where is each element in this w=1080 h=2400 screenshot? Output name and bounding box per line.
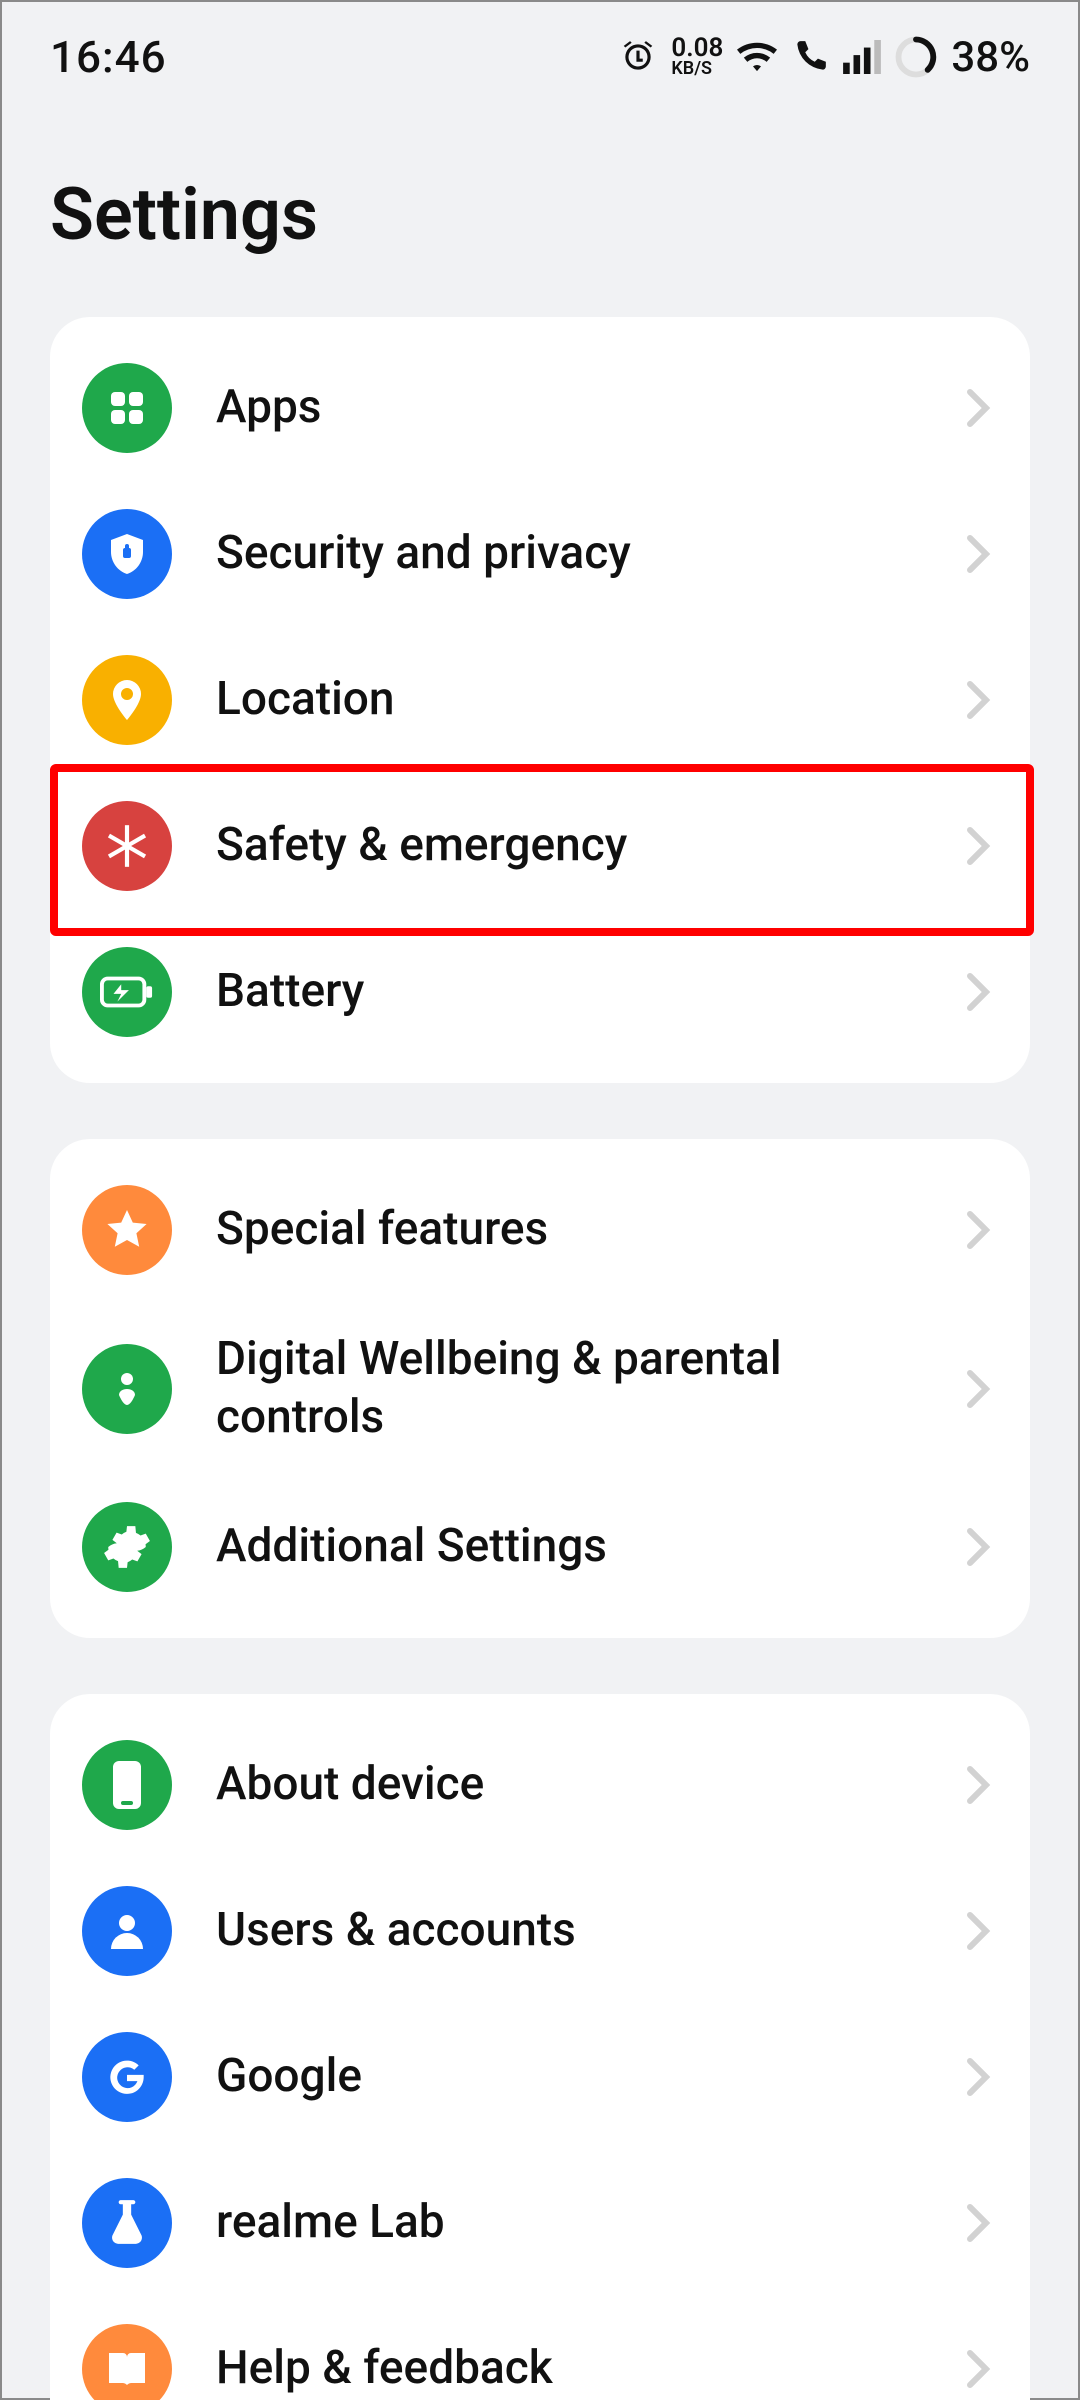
status-time: 16:46 xyxy=(50,31,167,83)
row-label: Digital Wellbeing & parental controls xyxy=(216,1331,958,1446)
row-label: Battery xyxy=(216,963,958,1021)
chevron-right-icon xyxy=(958,2349,998,2389)
wifi-icon xyxy=(737,40,777,74)
settings-row-realme-lab[interactable]: realme Lab xyxy=(50,2150,1030,2296)
row-label: Additional Settings xyxy=(216,1518,958,1576)
settings-row-location[interactable]: Location xyxy=(50,627,1030,773)
settings-row-additional-settings[interactable]: Additional Settings xyxy=(50,1474,1030,1620)
settings-row-security[interactable]: Security and privacy xyxy=(50,481,1030,627)
chevron-right-icon xyxy=(958,534,998,574)
page-title: Settings xyxy=(2,112,1078,317)
chevron-right-icon xyxy=(958,1369,998,1409)
book-icon xyxy=(82,2324,172,2400)
chevron-right-icon xyxy=(958,1210,998,1250)
battery-icon xyxy=(82,947,172,1037)
settings-card: Special features Digital Wellbeing & par… xyxy=(50,1139,1030,1638)
location-pin-icon xyxy=(82,655,172,745)
settings-row-apps[interactable]: Apps xyxy=(50,335,1030,481)
settings-row-battery[interactable]: Battery xyxy=(50,919,1030,1065)
row-label: Security and privacy xyxy=(216,525,958,583)
settings-row-help-feedback[interactable]: Help & feedback xyxy=(50,2296,1030,2400)
chevron-right-icon xyxy=(958,2203,998,2243)
row-label: realme Lab xyxy=(216,2194,958,2252)
chevron-right-icon xyxy=(958,1911,998,1951)
heart-person-icon xyxy=(82,1344,172,1434)
net-speed-indicator: 0.08 KB/S xyxy=(671,37,723,77)
chevron-right-icon xyxy=(958,972,998,1012)
shield-lock-icon xyxy=(82,509,172,599)
battery-percent: 38% xyxy=(951,33,1030,82)
user-icon xyxy=(82,1886,172,1976)
gear-icon xyxy=(82,1502,172,1592)
google-g-icon xyxy=(82,2032,172,2122)
settings-row-about-device[interactable]: About device xyxy=(50,1712,1030,1858)
row-label: Users & accounts xyxy=(216,1902,958,1960)
apps-icon xyxy=(82,363,172,453)
settings-groups: Apps Security and privacy Location Safet… xyxy=(2,317,1078,2400)
chevron-right-icon xyxy=(958,680,998,720)
status-icons: 0.08 KB/S 38% xyxy=(619,33,1030,82)
status-bar: 16:46 0.08 KB/S 38% xyxy=(2,2,1078,112)
chevron-right-icon xyxy=(958,388,998,428)
settings-row-digital-wellbeing[interactable]: Digital Wellbeing & parental controls xyxy=(50,1303,1030,1474)
signal-icon xyxy=(843,40,881,74)
row-label: Google xyxy=(216,2048,958,2106)
alarm-icon xyxy=(619,38,657,76)
phone-icon xyxy=(82,1740,172,1830)
volte-call-icon xyxy=(791,38,829,76)
settings-card: Apps Security and privacy Location Safet… xyxy=(50,317,1030,1083)
chevron-right-icon xyxy=(958,1527,998,1567)
settings-row-users-accounts[interactable]: Users & accounts xyxy=(50,1858,1030,2004)
row-label: Special features xyxy=(216,1201,958,1259)
settings-row-google[interactable]: Google xyxy=(50,2004,1030,2150)
row-label: Safety & emergency xyxy=(216,817,958,875)
battery-ring-icon xyxy=(895,36,937,78)
chevron-right-icon xyxy=(958,826,998,866)
chevron-right-icon xyxy=(958,1765,998,1805)
star-icon xyxy=(82,1185,172,1275)
settings-row-special-features[interactable]: Special features xyxy=(50,1157,1030,1303)
row-label: About device xyxy=(216,1756,958,1814)
settings-card: About device Users & accounts Google rea… xyxy=(50,1694,1030,2400)
row-label: Apps xyxy=(216,379,958,437)
chevron-right-icon xyxy=(958,2057,998,2097)
row-label: Help & feedback xyxy=(216,2340,958,2398)
flask-icon xyxy=(82,2178,172,2268)
row-label: Location xyxy=(216,671,958,729)
settings-row-safety-emergency[interactable]: Safety & emergency xyxy=(50,773,1030,919)
asterisk-icon xyxy=(82,801,172,891)
